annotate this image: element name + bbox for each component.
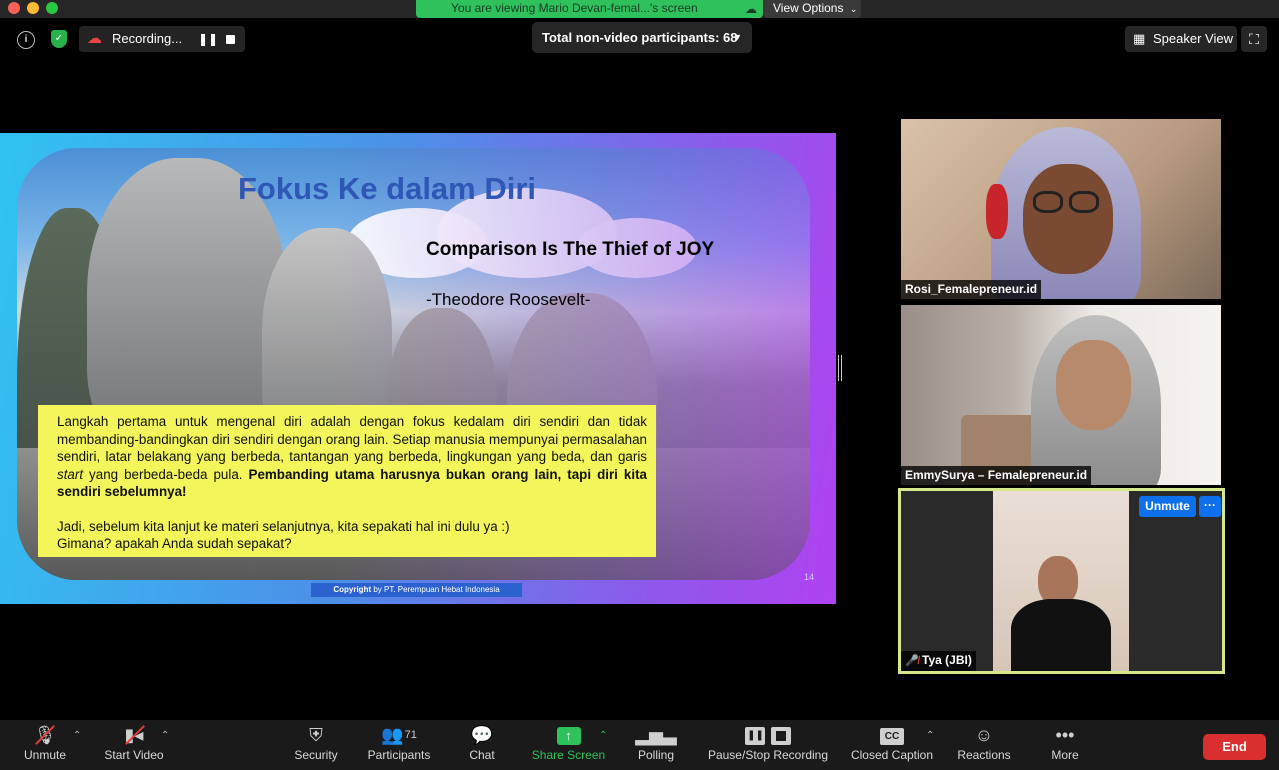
non-video-participants-dropdown[interactable]: Total non-video participants: 68 ▼	[532, 22, 752, 53]
paragraph-text: Langkah pertama untuk mengenal diri adal…	[57, 414, 647, 464]
participant-video-face	[1056, 340, 1131, 430]
slide-page-number: 14	[804, 572, 815, 582]
caret-down-icon: ▼	[733, 32, 742, 42]
chevron-down-icon: ⌄	[849, 4, 858, 14]
ellipsis-icon: •••	[1055, 725, 1075, 745]
maximize-window-button[interactable]	[46, 2, 58, 14]
bar-chart-icon: ▂▅▃	[635, 725, 677, 745]
speaker-view-label: Speaker View	[1153, 31, 1233, 46]
slide-copyright: Copyright by PT. Perempuan Hebat Indones…	[311, 583, 522, 597]
pause-stop-recording-button[interactable]: ❚❚ Pause/Stop Recording	[703, 720, 833, 770]
paragraph-italic-text: start	[57, 466, 84, 482]
minimize-window-button[interactable]	[27, 2, 39, 14]
unmute-label: Unmute	[23, 748, 67, 762]
recording-label: Recording...	[112, 31, 183, 46]
grid-icon: ▦	[1133, 31, 1146, 46]
audio-options-caret-icon[interactable]: ⌃	[73, 730, 81, 741]
participant-name: EmmySurya – Femalepreneur.id	[901, 466, 1092, 485]
share-options-caret-icon[interactable]: ⌃	[599, 730, 607, 741]
video-options-caret-icon[interactable]: ⌃	[161, 730, 169, 741]
participants-button[interactable]: 👥71 Participants	[362, 720, 436, 770]
non-video-participants-label: Total non-video participants: 68	[542, 30, 738, 45]
pause-recording-button[interactable]: ❚❚	[198, 26, 218, 52]
video-tile-active-speaker[interactable]: Unmute ··· 🎤̸ Tya (JBI)	[898, 488, 1225, 674]
muted-microphone-icon: 🎙	[18, 720, 72, 748]
slide-quote-author: -Theodore Roosevelt-	[426, 290, 591, 309]
headphones	[986, 184, 1008, 239]
share-screen-icon: ↑	[528, 720, 609, 748]
closed-caption-button[interactable]: CC Closed Caption	[846, 720, 938, 770]
video-tile[interactable]: EmmySurya – Femalepreneur.id	[901, 305, 1221, 485]
security-button[interactable]: ⛨ Security	[288, 720, 344, 770]
participants-label: Participants	[367, 748, 431, 762]
glasses	[1033, 191, 1063, 213]
cloud-recording-icon: ☁	[87, 30, 102, 47]
share-screen-button[interactable]: ↑ Share Screen	[528, 720, 609, 770]
panel-resize-handle[interactable]	[838, 355, 842, 381]
slide-quote: Comparison Is The Thief of JOY	[426, 239, 715, 260]
shield-icon: ⛨	[309, 725, 323, 745]
speaker-view-button[interactable]: ▦ Speaker View	[1125, 26, 1237, 52]
slide-paragraph-1: Langkah pertama untuk mengenal diri adal…	[57, 413, 647, 501]
caption-options-caret-icon[interactable]: ⌃	[926, 730, 934, 741]
fullscreen-icon[interactable]: ⛶	[1241, 26, 1267, 52]
view-options-label: View Options	[773, 1, 844, 15]
glasses	[1069, 191, 1099, 213]
chat-button[interactable]: 💬 Chat	[461, 720, 503, 770]
polling-label: Polling	[637, 748, 675, 762]
info-icon[interactable]: i	[17, 31, 35, 49]
slide-text-box: Langkah pertama untuk mengenal diri adal…	[38, 405, 656, 557]
copyright-text: by PT. Perempuan Hebat Indonesia	[371, 585, 500, 594]
meeting-toolbar: 🎙 Unmute ⌃ ▮◂ Start Video ⌃ ⛨ Security 👥…	[0, 720, 1279, 770]
shared-screen-slide: Fokus Ke dalam Diri Comparison Is The Th…	[0, 133, 836, 604]
participant-video-face	[1023, 164, 1113, 274]
more-button[interactable]: ••• More	[1045, 720, 1085, 770]
start-video-label: Start Video	[104, 748, 164, 762]
encryption-shield-icon[interactable]: ✓	[51, 30, 67, 48]
recording-indicator: ☁ Recording... ❚❚	[79, 26, 245, 52]
muted-mic-icon: 🎤̸	[905, 655, 919, 667]
participant-name: Rosi_Femalepreneur.id	[901, 280, 1042, 299]
participant-name: Tya (JBI)	[922, 653, 972, 667]
end-meeting-button[interactable]: End	[1203, 734, 1266, 760]
copyright-bold: Copyright	[333, 585, 372, 594]
paragraph-text: Jadi, sebelum kita lanjut ke materi sela…	[57, 518, 510, 534]
pause-stop-recording-label: Pause/Stop Recording	[707, 748, 829, 762]
stop-recording-button[interactable]	[226, 35, 235, 44]
more-label: More	[1051, 748, 1079, 762]
reactions-label: Reactions	[957, 748, 1011, 762]
participant-name-label: 🎤̸ Tya (JBI)	[901, 651, 976, 671]
participant-video-body	[1011, 599, 1111, 671]
participants-icon: 👥71	[381, 725, 417, 745]
unmute-request-button[interactable]: Unmute	[1139, 496, 1196, 517]
reactions-button[interactable]: ☺ Reactions	[953, 720, 1015, 770]
more-options-button[interactable]: ···	[1199, 496, 1221, 517]
slide-paragraph-2: Jadi, sebelum kita lanjut ke materi sela…	[57, 518, 647, 553]
video-off-icon: ▮◂	[100, 720, 168, 748]
cloud-icon: ☁	[745, 2, 757, 16]
smiley-plus-icon: ☺	[974, 725, 994, 745]
polling-button[interactable]: ▂▅▃ Polling	[633, 720, 679, 770]
share-screen-label: Share Screen	[531, 748, 606, 762]
screen-share-banner: You are viewing Mario Devan-femal...'s s…	[416, 0, 763, 18]
paragraph-text: Gimana? apakah Anda sudah sepakat?	[57, 536, 292, 551]
security-label: Security	[294, 748, 338, 762]
view-options-button[interactable]: View Options ⌄	[764, 0, 861, 18]
chat-label: Chat	[469, 748, 495, 762]
start-video-button[interactable]: ▮◂ Start Video	[100, 720, 168, 770]
paragraph-text: yang berbeda-beda pula.	[83, 466, 249, 482]
participants-count: 71	[404, 729, 417, 741]
video-tile[interactable]: Rosi_Femalepreneur.id	[901, 119, 1221, 299]
unmute-button[interactable]: 🎙 Unmute	[18, 720, 72, 770]
cc-icon: CC	[846, 720, 938, 748]
slide-title: Fokus Ke dalam Diri	[238, 171, 537, 206]
close-window-button[interactable]	[8, 2, 20, 14]
chat-bubble-icon: 💬	[470, 725, 494, 745]
screen-share-banner-text: You are viewing Mario Devan-femal...'s s…	[451, 1, 698, 15]
pause-stop-icon: ❚❚	[703, 720, 833, 748]
closed-caption-label: Closed Caption	[850, 748, 934, 762]
